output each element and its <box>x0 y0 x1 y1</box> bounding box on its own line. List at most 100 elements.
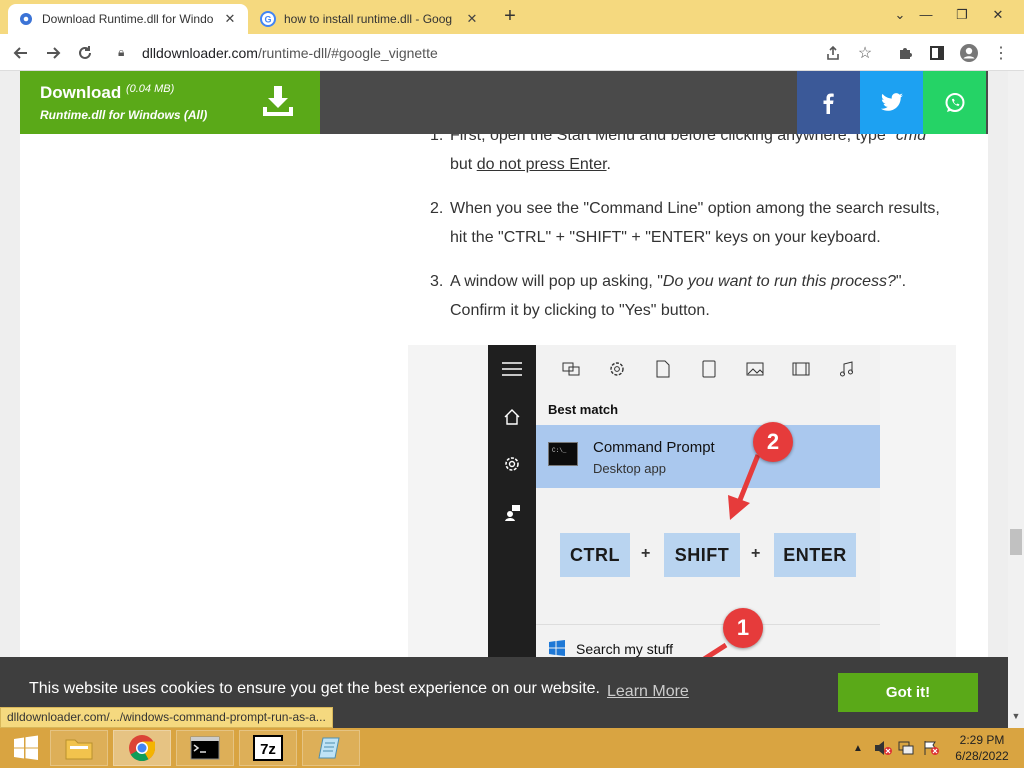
keyboard-shortcut: CTRL + SHIFT + ENTER <box>536 488 880 623</box>
step-number: 3. <box>430 273 444 290</box>
windows-start-icon <box>14 735 38 760</box>
google-favicon-icon: G <box>260 11 276 27</box>
step-2: 2. When you see the "Command Line" optio… <box>430 194 950 252</box>
annotation-badge-2: 2 <box>753 422 793 462</box>
cmd-icon <box>190 736 220 760</box>
windows-logo-icon <box>549 640 565 656</box>
step-3: 3. A window will pop up asking, "Do you … <box>430 267 950 325</box>
taskbar-notepad[interactable] <box>302 730 360 766</box>
taskbar-file-explorer[interactable] <box>50 730 108 766</box>
start-button[interactable] <box>0 728 52 768</box>
command-prompt-result: C:\_ Command Prompt Desktop app <box>536 425 880 488</box>
clock-time: 2:29 PM <box>959 733 1005 747</box>
twitter-share-button[interactable] <box>860 71 923 134</box>
page-viewport: 1. First, open the Start Menu and before… <box>0 71 1008 728</box>
forward-icon[interactable] <box>40 40 66 66</box>
tab-title: Download Runtime.dll for Windo <box>42 12 214 26</box>
step-underline-text: do not press Enter <box>476 156 607 173</box>
profile-avatar-icon[interactable] <box>956 40 982 66</box>
key-ctrl: CTRL <box>560 533 630 577</box>
start-menu-figure: Best match C:\_ Command Prompt Desktop a… <box>408 345 956 675</box>
side-panel-icon[interactable] <box>924 40 950 66</box>
folders-filter-icon <box>698 358 720 380</box>
feedback-icon <box>500 500 524 524</box>
settings-gear-icon <box>500 452 524 476</box>
download-icon <box>263 86 293 116</box>
search-my-stuff-label: Search my stuff <box>576 641 674 657</box>
network-icon[interactable] <box>896 728 918 768</box>
step-text: When you see the "Command Line" option a… <box>450 200 940 246</box>
home-icon <box>500 405 524 429</box>
download-sticky-bar: Download (0.04 MB) Runtime.dll for Windo… <box>20 71 988 134</box>
music-filter-icon <box>836 358 858 380</box>
minimize-button[interactable]: — <box>908 0 944 30</box>
page-scrollbar[interactable]: ▼ <box>1008 71 1024 728</box>
instruction-steps: 1. First, open the Start Menu and before… <box>430 121 950 340</box>
folder-icon <box>65 739 93 760</box>
plus-sign: + <box>641 545 651 562</box>
scroll-down-arrow-icon[interactable]: ▼ <box>1008 711 1024 721</box>
step-text: A window will pop up asking, " <box>450 273 663 290</box>
tab-dlldownloader[interactable]: Download Runtime.dll for Windo ✕ <box>8 4 248 34</box>
svg-text:G: G <box>264 15 271 25</box>
whatsapp-icon <box>945 92 964 112</box>
cookie-message: This website uses cookies to ensure you … <box>29 680 600 697</box>
download-subtitle: Runtime.dll for Windows (All) <box>40 108 208 122</box>
taskbar-command-prompt[interactable] <box>176 730 234 766</box>
key-enter: ENTER <box>774 533 856 577</box>
tray-expand-icon[interactable]: ▲ <box>850 728 866 768</box>
svg-text:7z: 7z <box>260 741 276 758</box>
videos-filter-icon <box>790 358 812 380</box>
address-host: dlldownloader.com <box>142 44 258 61</box>
taskbar-7zip[interactable]: 7z <box>239 730 297 766</box>
new-tab-button[interactable]: + <box>498 5 522 29</box>
clock-date: 6/28/2022 <box>955 749 1009 763</box>
volume-muted-icon[interactable] <box>872 728 894 768</box>
back-icon[interactable] <box>8 40 34 66</box>
tab-google-search[interactable]: G how to install runtime.dll - Goog ✕ <box>250 4 490 34</box>
photos-filter-icon <box>744 358 766 380</box>
tab-close-icon[interactable]: ✕ <box>464 11 480 27</box>
scrollbar-thumb[interactable] <box>1010 529 1022 555</box>
settings-filter-icon <box>606 358 628 380</box>
system-clock[interactable]: 2:29 PM 6/28/2022 <box>948 732 1016 764</box>
address-bar[interactable]: 🔒︎ dlldownloader.com/runtime-dll/#google… <box>104 38 892 67</box>
lock-icon: 🔒︎ <box>118 45 125 59</box>
got-it-button[interactable]: Got it! <box>838 673 978 712</box>
taskbar-chrome[interactable] <box>113 730 171 766</box>
7zip-icon: 7z <box>253 735 283 761</box>
tab-strip: Download Runtime.dll for Windo ✕ G how t… <box>0 0 1024 34</box>
action-center-flag-icon[interactable] <box>920 728 942 768</box>
tab-title: how to install runtime.dll - Goog <box>284 12 453 26</box>
download-button[interactable]: Download (0.04 MB) Runtime.dll for Windo… <box>20 71 320 134</box>
apps-filter-icon <box>560 358 582 380</box>
result-name: Command Prompt <box>593 439 715 456</box>
browser-toolbar: 🔒︎ dlldownloader.com/runtime-dll/#google… <box>0 34 1024 71</box>
best-match-heading: Best match <box>548 402 619 417</box>
start-menu-filter-bar <box>536 345 880 393</box>
share-icon[interactable] <box>820 40 846 66</box>
reload-icon[interactable] <box>72 40 98 66</box>
facebook-icon <box>823 93 834 114</box>
close-window-button[interactable]: ✕ <box>980 0 1016 30</box>
extensions-icon[interactable] <box>892 40 918 66</box>
notepad-icon <box>318 737 340 759</box>
download-label: Download <box>40 83 122 102</box>
download-title: Download (0.04 MB) <box>40 83 174 103</box>
command-prompt-icon: C:\_ <box>548 442 578 466</box>
whatsapp-share-button[interactable] <box>923 71 986 134</box>
tab-close-icon[interactable]: ✕ <box>222 11 238 27</box>
learn-more-link[interactable]: Learn More <box>607 683 689 701</box>
link-status-bubble: dlldownloader.com/.../windows-command-pr… <box>0 707 333 728</box>
facebook-share-button[interactable] <box>797 71 860 134</box>
start-menu-image: Best match C:\_ Command Prompt Desktop a… <box>488 345 880 675</box>
step-number: 2. <box>430 200 444 217</box>
maximize-button[interactable]: ❐ <box>944 0 980 30</box>
gear-favicon-icon <box>20 13 32 25</box>
plus-sign: + <box>751 545 761 562</box>
step-text: . <box>606 156 611 173</box>
menu-kebab-icon[interactable]: ⋮ <box>988 40 1014 66</box>
bookmark-star-icon[interactable]: ☆ <box>852 40 878 66</box>
twitter-icon <box>880 92 903 111</box>
chrome-icon <box>129 735 156 762</box>
